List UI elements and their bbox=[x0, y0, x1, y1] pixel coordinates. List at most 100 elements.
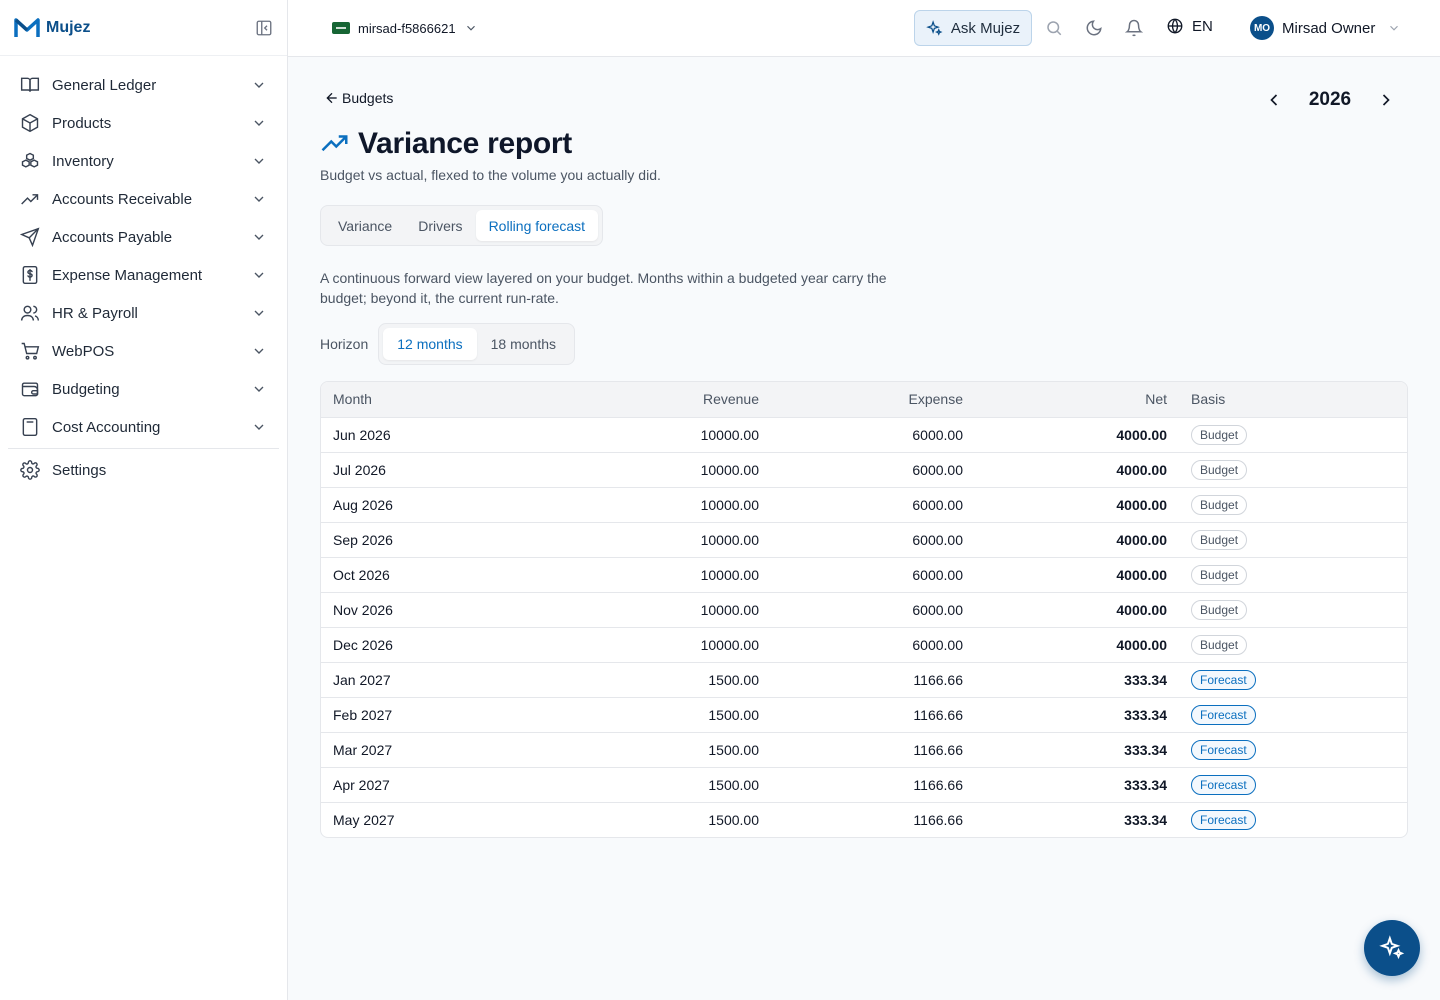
ai-assistant-fab[interactable] bbox=[1364, 920, 1420, 976]
sidebar-item-expense-management[interactable]: Expense Management bbox=[8, 256, 279, 294]
cell-revenue: 10000.00 bbox=[700, 461, 759, 478]
cell-net: 333.34 bbox=[1124, 741, 1167, 758]
horizon-option-18-months[interactable]: 18 months bbox=[477, 328, 570, 360]
basis-badge: Budget bbox=[1191, 459, 1248, 480]
tab-rolling-forecast[interactable]: Rolling forecast bbox=[475, 210, 599, 241]
ask-mujez-button[interactable]: Ask Mujez bbox=[914, 10, 1032, 46]
language-code: EN bbox=[1192, 17, 1213, 35]
cell-net: 4000.00 bbox=[1116, 461, 1167, 478]
moon-icon[interactable] bbox=[1085, 19, 1103, 37]
column-header-expense: Expense bbox=[908, 391, 963, 408]
cell-expense: 1166.66 bbox=[913, 671, 963, 688]
cell-net: 333.34 bbox=[1124, 811, 1167, 828]
page-title: Variance report bbox=[358, 127, 572, 160]
bell-icon[interactable] bbox=[1125, 19, 1143, 37]
horizon-selector: Horizon 12 months 18 months bbox=[320, 323, 575, 365]
horizon-option-12-months[interactable]: 12 months bbox=[383, 328, 477, 360]
search-icon[interactable] bbox=[1045, 19, 1063, 37]
wallet-icon bbox=[21, 382, 39, 397]
main-content: Budgets 2026 Variance report Budget vs a… bbox=[288, 57, 1440, 1000]
trending-up-icon bbox=[21, 194, 39, 205]
sidebar-item-general-ledger[interactable]: General Ledger bbox=[8, 66, 279, 104]
sidebar-collapse-icon[interactable] bbox=[255, 19, 273, 37]
basis-badge: Forecast bbox=[1191, 704, 1256, 725]
table-row: Apr 2027 1500.00 1166.66 333.34 Forecast bbox=[321, 767, 1407, 802]
cell-net: 333.34 bbox=[1124, 776, 1167, 793]
cell-net: 4000.00 bbox=[1116, 531, 1167, 548]
sidebar-item-inventory[interactable]: Inventory bbox=[8, 142, 279, 180]
chevron-down-icon bbox=[254, 158, 264, 164]
sidebar-item-budgeting[interactable]: Budgeting bbox=[8, 370, 279, 408]
language-switcher[interactable]: EN bbox=[1166, 17, 1213, 35]
table-row: Dec 2026 10000.00 6000.00 4000.00 Budget bbox=[321, 627, 1407, 662]
horizon-label: Horizon bbox=[320, 336, 369, 352]
chevron-down-icon bbox=[254, 310, 264, 316]
gear-icon bbox=[20, 460, 40, 480]
sidebar-item-label: WebPOS bbox=[52, 342, 115, 360]
cell-basis: Forecast bbox=[1179, 767, 1407, 802]
cell-expense: 1166.66 bbox=[913, 811, 963, 828]
tab-drivers[interactable]: Drivers bbox=[405, 210, 475, 241]
sidebar-item-products[interactable]: Products bbox=[8, 104, 279, 142]
basis-badge: Budget bbox=[1191, 564, 1248, 585]
chevron-down-icon bbox=[254, 120, 264, 126]
tenant-switcher[interactable]: mirsad-f5866621 bbox=[328, 14, 482, 42]
cell-month: Apr 2027 bbox=[333, 776, 390, 793]
cell-month: Sep 2026 bbox=[333, 531, 393, 548]
year-label: 2026 bbox=[1308, 89, 1352, 110]
basis-badge: Forecast bbox=[1191, 809, 1256, 830]
sidebar-item-label: Accounts Payable bbox=[52, 228, 173, 246]
cell-revenue: 10000.00 bbox=[700, 531, 759, 548]
back-link[interactable]: Budgets bbox=[324, 90, 393, 106]
cell-net: 4000.00 bbox=[1116, 426, 1167, 443]
sidebar-item-label: HR & Payroll bbox=[52, 304, 138, 322]
chevron-right-icon[interactable] bbox=[1376, 90, 1396, 110]
cell-basis: Forecast bbox=[1179, 697, 1407, 732]
chevron-down-icon bbox=[1390, 25, 1399, 31]
cell-expense: 6000.00 bbox=[912, 601, 963, 618]
column-header-basis: Basis bbox=[1191, 391, 1226, 408]
sidebar-item-settings[interactable]: Settings bbox=[8, 451, 279, 489]
sidebar-item-label: Expense Management bbox=[52, 266, 203, 284]
sparkles-icon bbox=[1379, 935, 1405, 960]
tenant-name: mirsad-f5866621 bbox=[358, 20, 456, 36]
cell-month: Jul 2026 bbox=[333, 461, 386, 478]
table-row: Jul 2026 10000.00 6000.00 4000.00 Budget bbox=[321, 452, 1407, 487]
chevron-left-icon[interactable] bbox=[1264, 90, 1284, 110]
table-row: Mar 2027 1500.00 1166.66 333.34 Forecast bbox=[321, 732, 1407, 767]
sidebar-item-webpos[interactable]: WebPOS bbox=[8, 332, 279, 370]
book-open-icon bbox=[20, 77, 40, 92]
sidebar: Mujez General Ledger Products Inventory … bbox=[0, 0, 288, 1000]
sidebar-item-accounts-receivable[interactable]: Accounts Receivable bbox=[8, 180, 279, 218]
cell-expense: 6000.00 bbox=[912, 636, 963, 653]
table-header-row: Month Revenue Expense Net Basis bbox=[321, 382, 1407, 417]
box-icon bbox=[21, 113, 39, 133]
user-menu[interactable]: MO Mirsad Owner bbox=[1250, 16, 1401, 40]
arrow-left-icon bbox=[326, 92, 337, 104]
page-title-row: Variance report bbox=[320, 127, 572, 161]
cell-net: 333.34 bbox=[1124, 706, 1167, 723]
table-row: Sep 2026 10000.00 6000.00 4000.00 Budget bbox=[321, 522, 1407, 557]
cell-revenue: 1500.00 bbox=[708, 776, 759, 793]
tab-variance[interactable]: Variance bbox=[325, 210, 405, 241]
flag-icon bbox=[332, 22, 350, 34]
cell-basis: Budget bbox=[1179, 522, 1407, 557]
cell-month: May 2027 bbox=[333, 811, 395, 828]
sidebar-item-cost-accounting[interactable]: Cost Accounting bbox=[8, 408, 279, 446]
chevron-down-icon bbox=[254, 348, 264, 354]
sidebar-item-label: Cost Accounting bbox=[52, 418, 161, 436]
basis-badge: Forecast bbox=[1191, 739, 1256, 760]
sidebar-item-hr-payroll[interactable]: HR & Payroll bbox=[8, 294, 279, 332]
globe-icon bbox=[1167, 18, 1183, 34]
cell-net: 4000.00 bbox=[1116, 636, 1167, 653]
avatar: MO bbox=[1250, 16, 1274, 40]
sidebar-item-accounts-payable[interactable]: Accounts Payable bbox=[8, 218, 279, 256]
table-row: Aug 2026 10000.00 6000.00 4000.00 Budget bbox=[321, 487, 1407, 522]
topbar: mirsad-f5866621 Ask Mujez EN MO Mirsad O… bbox=[288, 0, 1440, 57]
cell-revenue: 1500.00 bbox=[708, 671, 759, 688]
cell-expense: 1166.66 bbox=[913, 741, 963, 758]
cell-basis: Budget bbox=[1179, 417, 1407, 452]
cell-revenue: 10000.00 bbox=[700, 636, 759, 653]
cell-expense: 6000.00 bbox=[912, 566, 963, 583]
page-subtitle: Budget vs actual, flexed to the volume y… bbox=[320, 167, 661, 183]
